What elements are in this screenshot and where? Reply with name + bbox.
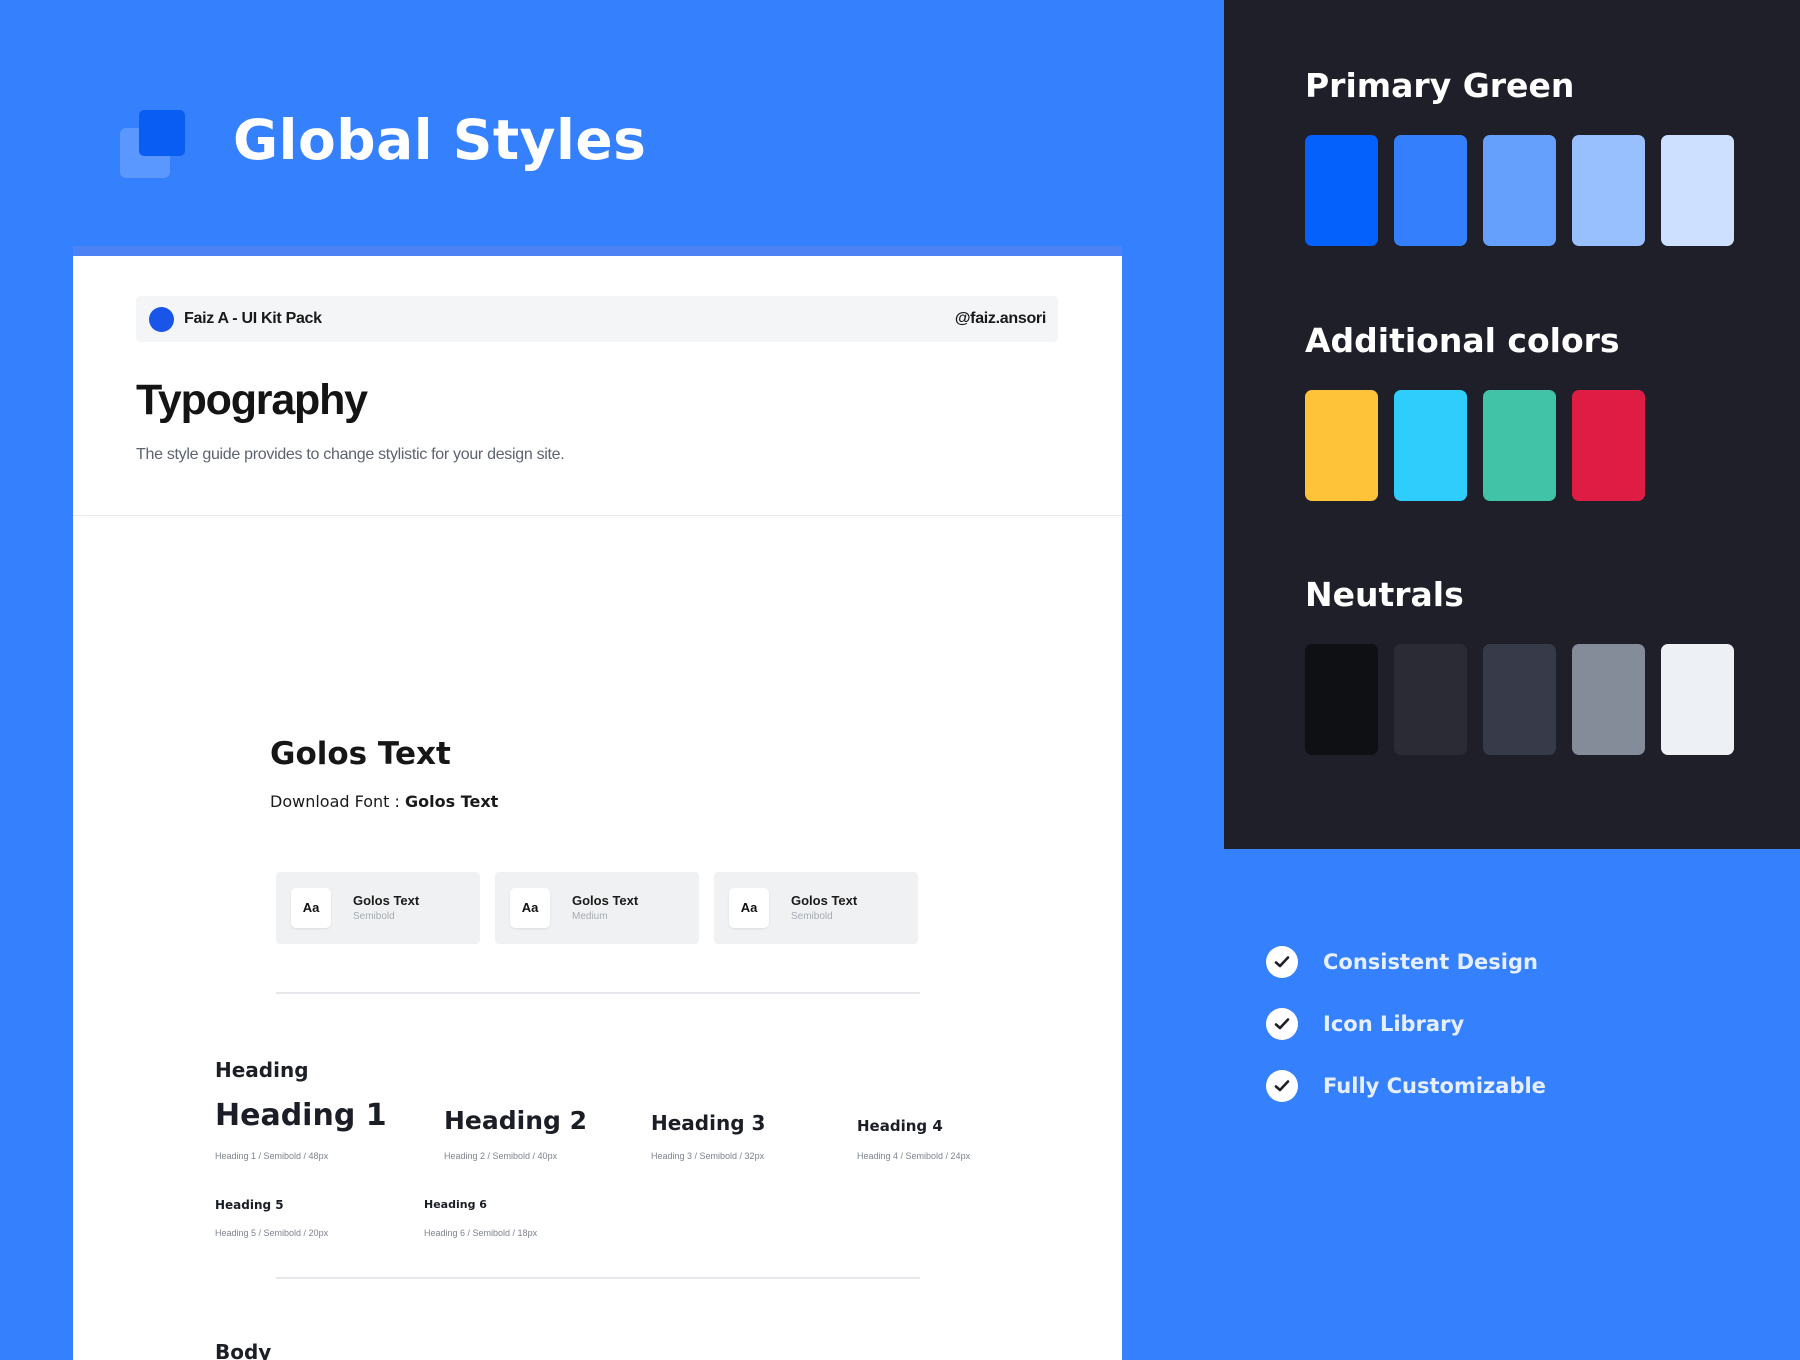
font-weight-name: Golos Text <box>572 893 639 908</box>
additional-color-swatch[interactable] <box>1394 390 1467 501</box>
primary-color-swatch[interactable] <box>1661 135 1734 246</box>
font-weight-label: Semibold <box>791 911 833 922</box>
doc-divider <box>73 515 1122 516</box>
additional-color-swatch[interactable] <box>1572 390 1645 501</box>
section-divider <box>276 1277 920 1279</box>
font-weight-card: Aa Golos Text Medium <box>495 872 699 944</box>
additional-color-swatch[interactable] <box>1305 390 1378 501</box>
feature-label: Fully Customizable <box>1323 1074 1546 1098</box>
download-font-link[interactable]: Golos Text <box>405 792 498 811</box>
doc-subtitle: The style guide provides to change styli… <box>136 446 565 463</box>
heading-section-title: Heading <box>215 1058 309 1082</box>
author-handle[interactable]: @faiz.ansori <box>955 310 1046 328</box>
page-title: Global Styles <box>233 108 647 172</box>
color-palette-panel: Primary Green Additional colors Neutrals <box>1224 0 1800 849</box>
author-avatar <box>149 307 174 332</box>
check-circle-icon <box>1266 946 1298 978</box>
logo-icon <box>120 110 192 182</box>
download-font-label: Download Font : <box>270 792 406 811</box>
neutral-color-swatch[interactable] <box>1661 644 1734 755</box>
primary-color-swatch[interactable] <box>1483 135 1556 246</box>
heading-1-meta: Heading 1 / Semibold / 48px <box>215 1151 329 1161</box>
neutral-color-swatch[interactable] <box>1305 644 1378 755</box>
font-weight-card: Aa Golos Text Semibold <box>714 872 918 944</box>
neutral-color-swatch[interactable] <box>1394 644 1467 755</box>
neutral-colors-title: Neutrals <box>1305 575 1464 614</box>
doc-header-bar: Faiz A - UI Kit Pack @faiz.ansori <box>136 296 1058 342</box>
heading-6-meta: Heading 6 / Semibold / 18px <box>424 1228 538 1238</box>
heading-2-meta: Heading 2 / Semibold / 40px <box>444 1151 558 1161</box>
body-section-title: Body <box>215 1340 272 1360</box>
heading-3-sample: Heading 3 <box>651 1111 766 1135</box>
neutral-color-swatch[interactable] <box>1572 644 1645 755</box>
download-font-line: Download Font : Golos Text <box>270 792 498 811</box>
author-name: Faiz A - UI Kit Pack <box>184 310 322 327</box>
font-sample-aa: Aa <box>510 888 550 928</box>
primary-color-swatch[interactable] <box>1572 135 1645 246</box>
primary-color-swatch[interactable] <box>1305 135 1378 246</box>
font-sample-aa: Aa <box>291 888 331 928</box>
doc-title: Typography <box>136 376 368 424</box>
typography-document: Faiz A - UI Kit Pack @faiz.ansori Typogr… <box>73 246 1122 1360</box>
heading-4-meta: Heading 4 / Semibold / 24px <box>857 1151 971 1161</box>
font-weight-name: Golos Text <box>353 893 420 908</box>
additional-color-swatch[interactable] <box>1483 390 1556 501</box>
additional-colors-title: Additional colors <box>1305 321 1620 360</box>
heading-6-sample: Heading 6 <box>424 1198 487 1211</box>
primary-color-swatch[interactable] <box>1394 135 1467 246</box>
heading-3-meta: Heading 3 / Semibold / 32px <box>651 1151 765 1161</box>
heading-2-sample: Heading 2 <box>444 1106 588 1135</box>
logo-front-square <box>139 110 185 156</box>
font-sample-aa: Aa <box>729 888 769 928</box>
section-divider <box>276 992 920 994</box>
heading-5-sample: Heading 5 <box>215 1198 284 1212</box>
feature-label: Icon Library <box>1323 1012 1465 1036</box>
neutral-color-swatch[interactable] <box>1483 644 1556 755</box>
font-weight-label: Medium <box>572 911 608 922</box>
heading-1-sample: Heading 1 <box>215 1098 387 1133</box>
font-weight-card: Aa Golos Text Semibold <box>276 872 480 944</box>
check-circle-icon <box>1266 1008 1298 1040</box>
primary-colors-title: Primary Green <box>1305 66 1575 105</box>
font-weight-label: Semibold <box>353 911 395 922</box>
font-family-name: Golos Text <box>270 736 451 772</box>
font-weight-name: Golos Text <box>791 893 858 908</box>
check-circle-icon <box>1266 1070 1298 1102</box>
heading-5-meta: Heading 5 / Semibold / 20px <box>215 1228 329 1238</box>
feature-label: Consistent Design <box>1323 950 1538 974</box>
heading-4-sample: Heading 4 <box>857 1117 943 1135</box>
